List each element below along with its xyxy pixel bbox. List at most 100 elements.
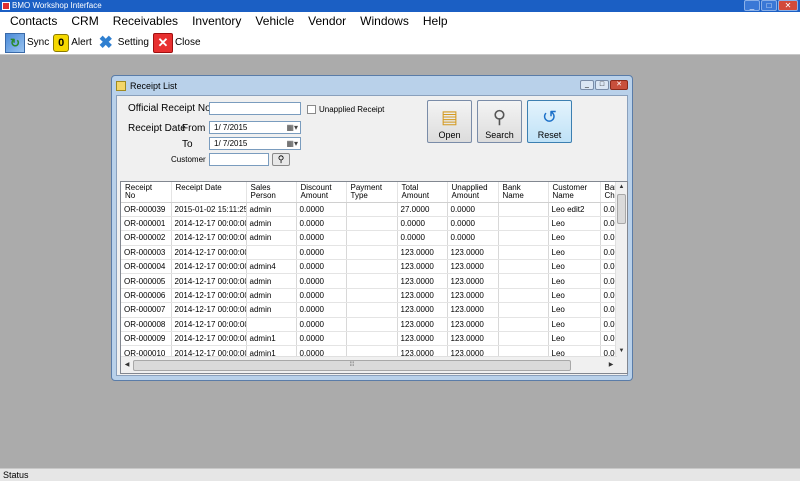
table-cell[interactable]: OR-000007 (121, 302, 172, 318)
table-cell[interactable] (346, 288, 398, 304)
menu-windows[interactable]: Windows (353, 12, 416, 31)
scroll-left-icon[interactable]: ◀ (122, 360, 132, 371)
table-cell[interactable]: 2014-12-17 00:00:00 (171, 230, 247, 246)
table-cell[interactable]: OR-000039 (121, 202, 172, 217)
table-cell[interactable]: OR-000010 (121, 345, 172, 356)
table-cell[interactable]: OR-000003 (121, 245, 172, 261)
column-header[interactable]: Customer Name (548, 182, 601, 203)
table-cell[interactable]: 123.0000 (447, 331, 499, 347)
table-cell[interactable]: 123.0000 (397, 259, 448, 275)
table-cell[interactable]: 2014-12-17 00:00:00 (171, 273, 247, 289)
minimize-icon[interactable]: _ (744, 0, 760, 11)
scroll-up-icon[interactable]: ▲ (616, 182, 627, 192)
table-cell[interactable] (498, 202, 549, 217)
table-cell[interactable]: OR-000001 (121, 216, 172, 232)
table-cell[interactable] (498, 273, 549, 289)
table-cell[interactable]: 123.0000 (397, 273, 448, 289)
table-cell[interactable]: 123.0000 (397, 331, 448, 347)
table-cell[interactable]: 123.0000 (447, 288, 499, 304)
table-row[interactable]: OR-000006 2014-12-17 00:00:00 admin 0.0000 1… (121, 288, 617, 304)
table-cell[interactable] (346, 216, 398, 232)
official-receipt-no-input[interactable] (209, 102, 301, 115)
table-cell[interactable]: 0.0000 (447, 202, 499, 217)
table-cell[interactable]: 123.0000 (397, 245, 448, 261)
table-cell[interactable]: admin (246, 273, 297, 289)
table-cell[interactable]: Leo (548, 230, 601, 246)
table-cell[interactable]: admin (246, 202, 297, 217)
table-cell[interactable]: 123.0000 (447, 317, 499, 333)
table-cell[interactable] (498, 216, 549, 232)
table-cell[interactable]: admin (246, 230, 297, 246)
table-cell[interactable]: Leo (548, 245, 601, 261)
customer-search-icon[interactable]: ⚲ (272, 153, 290, 166)
table-cell[interactable]: admin (246, 302, 297, 318)
table-cell[interactable]: 0.0000 (296, 288, 347, 304)
table-cell[interactable]: 123.0000 (397, 317, 448, 333)
table-cell[interactable] (498, 288, 549, 304)
from-date-picker[interactable]: 1/ 7/2015 ▦▾ (209, 121, 301, 134)
table-row[interactable]: OR-000010 2014-12-17 00:00:00 admin1 0.0000… (121, 345, 617, 356)
table-cell[interactable]: 0.0000 (447, 230, 499, 246)
table-cell[interactable]: 0.0000 (296, 202, 347, 217)
menu-inventory[interactable]: Inventory (185, 12, 248, 31)
table-cell[interactable] (346, 273, 398, 289)
column-header[interactable]: Sales Person (246, 182, 297, 203)
table-cell[interactable]: 123.0000 (447, 273, 499, 289)
table-cell[interactable]: Leo (548, 216, 601, 232)
table-cell[interactable]: Leo (548, 288, 601, 304)
table-cell[interactable] (346, 317, 398, 333)
menu-receivables[interactable]: Receivables (106, 12, 185, 31)
menu-help[interactable]: Help (416, 12, 455, 31)
table-cell[interactable] (246, 245, 297, 261)
scroll-right-icon[interactable]: ▶ (606, 360, 616, 371)
table-cell[interactable]: 2014-12-17 00:00:00 (171, 288, 247, 304)
vertical-scrollbar[interactable]: ▲ ▼ (615, 182, 627, 356)
unapplied-receipt-checkbox[interactable] (307, 105, 316, 114)
calendar-dropdown-icon[interactable]: ▦▾ (286, 123, 298, 132)
table-cell[interactable] (346, 202, 398, 217)
table-cell[interactable]: 2014-12-17 00:00:00 (171, 259, 247, 275)
menu-contacts[interactable]: Contacts (3, 12, 64, 31)
column-header[interactable]: Receipt Date (171, 182, 247, 203)
reset-button[interactable]: ↺ Reset (527, 100, 572, 143)
table-cell[interactable]: Leo (548, 345, 601, 356)
table-cell[interactable]: OR-000005 (121, 273, 172, 289)
table-cell[interactable] (498, 317, 549, 333)
table-cell[interactable] (346, 302, 398, 318)
table-cell[interactable] (346, 259, 398, 275)
table-cell[interactable]: 123.0000 (447, 345, 499, 356)
menu-vehicle[interactable]: Vehicle (248, 12, 301, 31)
table-cell[interactable]: admin1 (246, 345, 297, 356)
column-header[interactable]: Unapplied Amount (447, 182, 499, 203)
table-cell[interactable] (498, 259, 549, 275)
table-cell[interactable]: admin1 (246, 331, 297, 347)
table-row[interactable]: OR-000039 2015-01-02 15:11:25 admin 0.0000 2… (121, 202, 617, 217)
scroll-down-icon[interactable]: ▼ (616, 346, 627, 356)
setting-button[interactable]: ✖ Setting (96, 33, 149, 53)
table-row[interactable]: OR-000007 2014-12-17 00:00:00 admin 0.0000 1… (121, 302, 617, 318)
table-row[interactable]: OR-000004 2014-12-17 00:00:00 admin4 0.0000… (121, 259, 617, 275)
table-cell[interactable]: 2014-12-17 00:00:00 (171, 331, 247, 347)
table-cell[interactable]: Leo (548, 259, 601, 275)
table-cell[interactable] (498, 302, 549, 318)
column-header[interactable]: Payment Type (346, 182, 398, 203)
table-row[interactable]: OR-000008 2014-12-17 00:00:00 0.0000 123.00… (121, 317, 617, 333)
dialog-close-icon[interactable]: ✕ (610, 80, 628, 90)
table-cell[interactable]: 0.0000 (397, 216, 448, 232)
table-cell[interactable]: 0.0000 (296, 345, 347, 356)
menu-crm[interactable]: CRM (64, 12, 105, 31)
table-cell[interactable]: 2014-12-17 00:00:00 (171, 345, 247, 356)
menu-vendor[interactable]: Vendor (301, 12, 353, 31)
table-cell[interactable]: 123.0000 (447, 302, 499, 318)
column-header[interactable]: Bank Name (498, 182, 549, 203)
table-cell[interactable]: 0.0000 (296, 302, 347, 318)
to-date-picker[interactable]: 1/ 7/2015 ▦▾ (209, 137, 301, 150)
table-cell[interactable]: Leo (548, 317, 601, 333)
table-cell[interactable]: 0.0000 (296, 230, 347, 246)
table-cell[interactable]: Leo (548, 273, 601, 289)
table-cell[interactable] (346, 345, 398, 356)
table-cell[interactable]: OR-000002 (121, 230, 172, 246)
dialog-maximize-icon[interactable]: □ (595, 80, 609, 90)
table-cell[interactable]: OR-000008 (121, 317, 172, 333)
table-cell[interactable]: 123.0000 (447, 259, 499, 275)
